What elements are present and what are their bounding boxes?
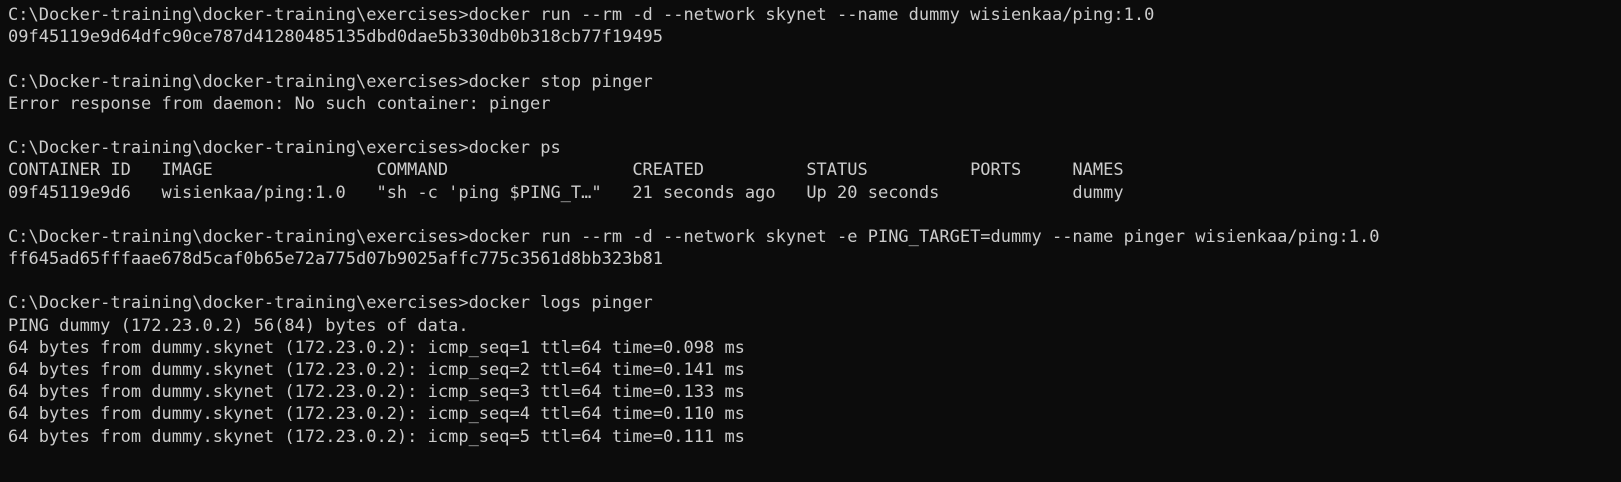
terminal-line-output: 64 bytes from dummy.skynet (172.23.0.2):…	[8, 337, 745, 358]
terminal-line-command: C:\Docker-training\docker-training\exerc…	[8, 226, 1380, 247]
terminal-output[interactable]: C:\Docker-training\docker-training\exerc…	[0, 0, 1621, 482]
terminal-line-table-row: 09f45119e9d6 wisienkaa/ping:1.0 "sh -c '…	[8, 182, 1124, 203]
terminal-line-command: C:\Docker-training\docker-training\exerc…	[8, 71, 653, 92]
terminal-line-output: 64 bytes from dummy.skynet (172.23.0.2):…	[8, 382, 745, 403]
terminal-line-output: ff645ad65fffaae678d5caf0b65e72a775d07b90…	[8, 249, 664, 270]
terminal-line-output: 64 bytes from dummy.skynet (172.23.0.2):…	[8, 426, 745, 447]
terminal-line-command: C:\Docker-training\docker-training\exerc…	[8, 5, 1155, 25]
terminal-line-command: C:\Docker-training\docker-training\exerc…	[8, 293, 653, 314]
terminal-line-command: C:\Docker-training\docker-training\exerc…	[8, 138, 561, 159]
terminal-line-output: 09f45119e9d64dfc90ce787d41280485135dbd0d…	[8, 27, 664, 48]
terminal-line-table-header: CONTAINER ID IMAGE COMMAND CREATED STATU…	[8, 160, 1124, 181]
terminal-line-output: 64 bytes from dummy.skynet (172.23.0.2):…	[8, 404, 745, 425]
terminal-line-output: 64 bytes from dummy.skynet (172.23.0.2):…	[8, 360, 745, 380]
terminal-line-output: PING dummy (172.23.0.2) 56(84) bytes of …	[8, 315, 469, 336]
terminal-line-error: Error response from daemon: No such cont…	[8, 93, 551, 114]
